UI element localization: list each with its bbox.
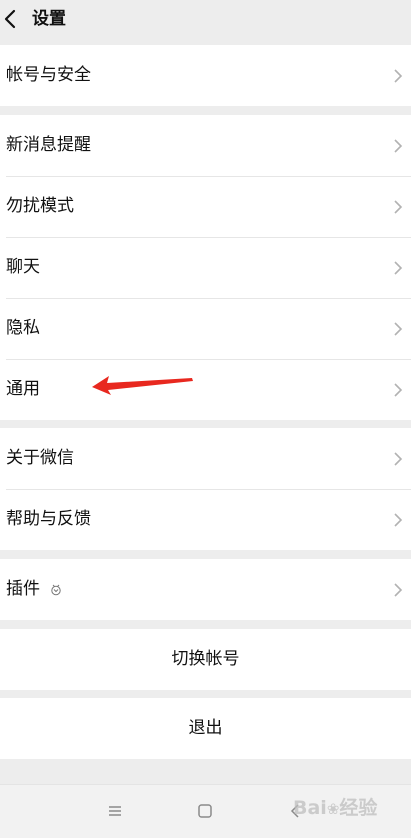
switch-account-button[interactable]: 切换帐号 — [0, 629, 411, 690]
chevron-right-icon — [394, 200, 403, 214]
settings-item-label: 通用 — [6, 379, 40, 399]
settings-item-label: 聊天 — [6, 257, 40, 277]
chevron-left-icon[interactable] — [2, 8, 18, 30]
page-title: 设置 — [32, 9, 66, 29]
settings-item-chat[interactable]: 聊天 — [0, 237, 411, 298]
settings-item-label: 隐私 — [6, 318, 40, 338]
settings-item-label: 新消息提醒 — [6, 135, 91, 155]
settings-group-about: 关于微信 帮助与反馈 — [0, 428, 411, 550]
chevron-right-icon — [394, 322, 403, 336]
settings-item-do-not-disturb[interactable]: 勿扰模式 — [0, 176, 411, 237]
logout-button[interactable]: 退出 — [0, 698, 411, 759]
switch-account-label: 切换帐号 — [171, 649, 240, 669]
chevron-right-icon — [394, 139, 403, 153]
menu-icon[interactable] — [103, 799, 127, 823]
title-bar: 设置 — [0, 0, 411, 40]
chevron-right-icon — [394, 452, 403, 466]
settings-item-notifications[interactable]: 新消息提醒 — [0, 115, 411, 176]
settings-item-plugins[interactable]: 插件 — [0, 559, 411, 620]
settings-group-main: 新消息提醒 勿扰模式 聊天 隐私 通用 — [0, 115, 411, 420]
settings-item-label: 关于微信 — [6, 448, 74, 468]
chevron-right-icon — [394, 261, 403, 275]
settings-group-plugins: 插件 — [0, 559, 411, 620]
settings-item-privacy[interactable]: 隐私 — [0, 298, 411, 359]
settings-item-label: 帐号与安全 — [6, 65, 91, 85]
baidu-jingyan-watermark: Bai❀经验 — [293, 797, 378, 819]
settings-item-label: 帮助与反馈 — [6, 509, 91, 529]
chevron-right-icon — [394, 513, 403, 527]
chevron-right-icon — [394, 69, 403, 83]
settings-group-account: 帐号与安全 — [0, 45, 411, 106]
settings-item-general[interactable]: 通用 — [0, 359, 411, 420]
settings-item-help-feedback[interactable]: 帮助与反馈 — [0, 489, 411, 550]
logout-label: 退出 — [188, 718, 223, 738]
settings-item-label: 插件 — [6, 579, 40, 599]
chevron-right-icon — [394, 383, 403, 397]
chevron-right-icon — [394, 583, 403, 597]
plugin-badge-icon — [51, 584, 61, 596]
settings-item-about[interactable]: 关于微信 — [0, 428, 411, 489]
home-icon[interactable] — [193, 799, 217, 823]
settings-item-account-security[interactable]: 帐号与安全 — [0, 45, 411, 106]
settings-item-label: 勿扰模式 — [6, 196, 74, 216]
